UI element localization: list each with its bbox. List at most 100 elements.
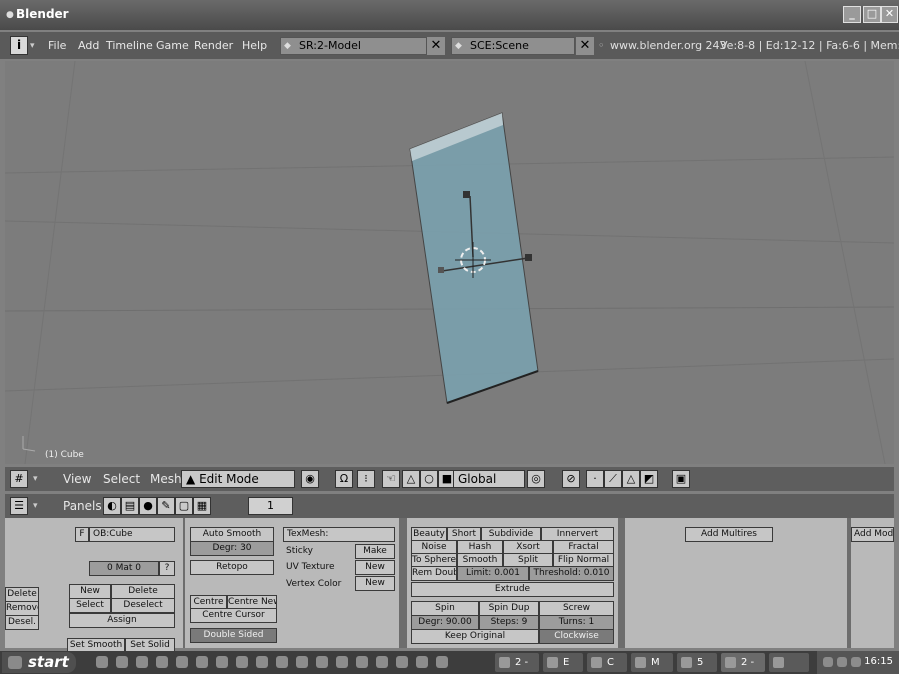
close-button[interactable]: ✕ [881, 6, 898, 23]
quicklaunch-icon[interactable] [176, 656, 188, 668]
editor-type-buttons-icon[interactable]: ☰ [10, 497, 28, 515]
quicklaunch-icon[interactable] [436, 656, 448, 668]
rotate-manipulator-icon[interactable]: ○ [420, 470, 438, 488]
occlude-icon[interactable]: ◩ [640, 470, 658, 488]
menu-collapse-icon[interactable]: ▾ [33, 470, 38, 488]
script-context-icon[interactable]: ▤ [121, 497, 139, 515]
logic-context-icon[interactable]: ◐ [103, 497, 121, 515]
assign-material-button[interactable]: Assign [69, 613, 175, 628]
menu-render[interactable]: Render [194, 37, 233, 55]
autosmooth-degree-field[interactable]: Degr: 30 [190, 541, 274, 556]
object-context-icon[interactable]: ✎ [157, 497, 175, 515]
delete-screen-button[interactable]: ✕ [427, 37, 445, 55]
quicklaunch-icon[interactable] [336, 656, 348, 668]
select-material-button[interactable]: Select [69, 598, 111, 613]
taskbar-group-active[interactable]: 2 - [721, 653, 765, 672]
vertex-color-new-button[interactable]: New [355, 576, 395, 591]
taskbar-window[interactable]: C [587, 653, 627, 672]
layers-icon[interactable]: ⁝ [357, 470, 375, 488]
menu-help[interactable]: Help [242, 37, 267, 55]
menu-select[interactable]: Select [103, 470, 140, 488]
scene-select-field[interactable]: ◆ SCE:Scene [451, 37, 575, 55]
quicklaunch-icon[interactable] [316, 656, 328, 668]
menu-view[interactable]: View [63, 470, 91, 488]
limit-field[interactable]: Limit: 0.001 [457, 566, 529, 581]
object-name-field[interactable]: OB:Cube [89, 527, 175, 542]
render-icon[interactable]: ▣ [672, 470, 690, 488]
centre-cursor-button[interactable]: Centre Cursor [190, 608, 277, 623]
quicklaunch-icon[interactable] [156, 656, 168, 668]
hand-grab-icon[interactable]: ☜ [382, 470, 400, 488]
material-help-button[interactable]: ? [159, 561, 175, 576]
extrude-button[interactable]: Extrude [411, 582, 614, 597]
screw-button[interactable]: Screw [539, 601, 614, 616]
quicklaunch-icon[interactable] [236, 656, 248, 668]
face-select-icon[interactable]: △ [622, 470, 640, 488]
editor-type-info-icon[interactable]: i [10, 36, 28, 55]
screen-select-field[interactable]: ◆ SR:2-Model [280, 37, 427, 55]
frame-number-field[interactable]: 1 [248, 497, 293, 515]
menu-game[interactable]: Game [156, 37, 189, 55]
taskbar-window[interactable]: 5 [677, 653, 717, 672]
desel-vgroup-button[interactable]: Desel. [5, 615, 39, 630]
orientation-selector[interactable]: Global [453, 470, 525, 488]
spin-steps-field[interactable]: Steps: 9 [479, 615, 539, 630]
quicklaunch-icon[interactable] [416, 656, 428, 668]
add-multires-button[interactable]: Add Multires [685, 527, 773, 542]
rem-doubles-button[interactable]: Rem Doubl [411, 566, 457, 581]
screw-turns-field[interactable]: Turns: 1 [539, 615, 614, 630]
pivot-icon[interactable]: Ω [335, 470, 353, 488]
editor-type-3dview-icon[interactable]: # [10, 470, 28, 488]
uv-texture-new-button[interactable]: New [355, 560, 395, 575]
quicklaunch-icon[interactable] [276, 656, 288, 668]
draw-type-icon[interactable]: ◉ [301, 470, 319, 488]
quicklaunch-icon[interactable] [256, 656, 268, 668]
menu-collapse-icon[interactable]: ▾ [30, 37, 35, 55]
quicklaunch-icon[interactable] [216, 656, 228, 668]
spin-degree-field[interactable]: Degr: 90.00 [411, 615, 479, 630]
quicklaunch-icon[interactable] [376, 656, 388, 668]
mode-selector[interactable]: ▲ Edit Mode [181, 470, 295, 488]
quicklaunch-icon[interactable] [356, 656, 368, 668]
auto-smooth-button[interactable]: Auto Smooth [190, 527, 274, 542]
tray-icon[interactable] [837, 657, 847, 667]
quicklaunch-icon[interactable] [296, 656, 308, 668]
threshold-field[interactable]: Threshold: 0.010 [529, 566, 614, 581]
quicklaunch-icon[interactable] [96, 656, 108, 668]
tray-icon[interactable] [851, 657, 861, 667]
spin-button[interactable]: Spin [411, 601, 479, 616]
quicklaunch-icon[interactable] [396, 656, 408, 668]
material-index-field[interactable]: 0 Mat 0 [89, 561, 159, 576]
sticky-make-button[interactable]: Make [355, 544, 395, 559]
vertex-select-icon[interactable]: · [586, 470, 604, 488]
taskbar-window[interactable]: M [631, 653, 673, 672]
delete-vgroup-button[interactable]: Delete [5, 587, 39, 602]
edge-select-icon[interactable]: ⟋ [604, 470, 622, 488]
scene-context-icon[interactable]: ▦ [193, 497, 211, 515]
taskbar-window[interactable] [769, 653, 809, 672]
keep-original-toggle[interactable]: Keep Original [411, 629, 539, 644]
taskbar-group[interactable]: 2 - [495, 653, 539, 672]
translate-manipulator-icon[interactable]: △ [402, 470, 420, 488]
retopo-button[interactable]: Retopo [190, 560, 274, 575]
delete-material-button[interactable]: Delete [111, 584, 175, 599]
add-modifier-button[interactable]: Add Modifi [851, 527, 894, 542]
delete-scene-button[interactable]: ✕ [576, 37, 594, 55]
texmesh-field[interactable]: TexMesh: [283, 527, 395, 542]
start-button[interactable]: start [2, 652, 76, 673]
new-material-button[interactable]: New [69, 584, 111, 599]
menu-timeline[interactable]: Timeline [106, 37, 153, 55]
fake-user-button[interactable]: F [75, 527, 89, 542]
quicklaunch-icon[interactable] [116, 656, 128, 668]
3d-viewport[interactable]: (1) Cube [5, 61, 894, 464]
quicklaunch-icon[interactable] [196, 656, 208, 668]
tray-icon[interactable] [823, 657, 833, 667]
deselect-material-button[interactable]: Deselect [111, 598, 175, 613]
editing-context-icon[interactable]: ▢ [175, 497, 193, 515]
minimize-button[interactable]: _ [843, 6, 861, 23]
menu-collapse-icon[interactable]: ▾ [33, 497, 38, 515]
clockwise-toggle[interactable]: Clockwise [539, 629, 614, 644]
remove-vgroup-button[interactable]: Remove [5, 601, 39, 616]
snap-icon[interactable]: ⊘ [562, 470, 580, 488]
menu-panels[interactable]: Panels [63, 497, 102, 515]
